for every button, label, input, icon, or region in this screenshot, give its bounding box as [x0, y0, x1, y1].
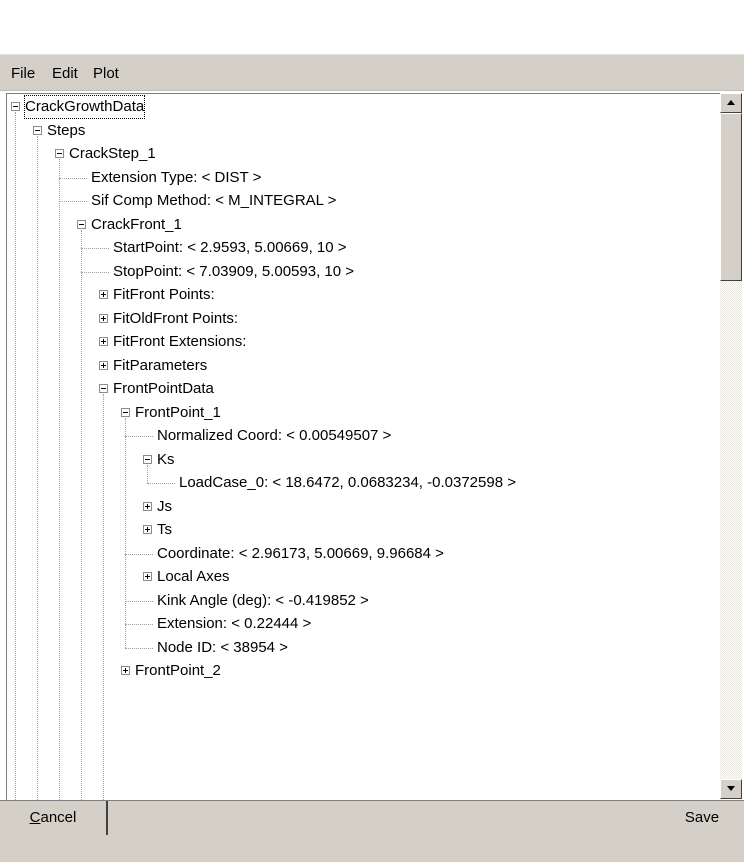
- tree-node[interactable]: Ts: [7, 519, 707, 541]
- tree-connector: [125, 647, 153, 649]
- collapse-minus-icon[interactable]: [143, 454, 152, 464]
- tree-node-label: Sif Comp Method: < M_INTEGRAL >: [91, 192, 337, 209]
- collapse-minus-icon[interactable]: [99, 384, 108, 393]
- tree-node-label: Js: [157, 497, 172, 515]
- tree-connector: [125, 600, 153, 602]
- tree-node[interactable]: Extension: < 0.22444 >: [7, 613, 707, 635]
- tree-node[interactable]: FitOldFront Points:: [7, 308, 707, 330]
- expand-plus-icon[interactable]: [143, 572, 152, 581]
- tree-node[interactable]: Steps: [7, 120, 707, 142]
- tree-node-label: Extension Type: < DIST >: [91, 168, 262, 186]
- menu-edit[interactable]: Edit: [52, 64, 78, 84]
- expand-plus-icon[interactable]: [143, 501, 152, 511]
- tree-guide-line: [59, 166, 60, 800]
- tree-node-label: Ts: [157, 521, 172, 538]
- tree-connector: [81, 248, 109, 249]
- tree-node-label: FitParameters: [113, 356, 208, 374]
- title-bar: [0, 0, 744, 55]
- tree-guide-line: [125, 417, 126, 648]
- tree-guide-line: [37, 143, 38, 800]
- tree-node[interactable]: CrackStep_1: [7, 143, 707, 165]
- tree-connector: [147, 483, 175, 484]
- tree-node[interactable]: CrackGrowthData: [7, 95, 707, 119]
- tree-node[interactable]: StopPoint: < 7.03909, 5.00593, 10 >: [7, 261, 707, 283]
- tree-node[interactable]: StartPoint: < 2.9593, 5.00669, 10 >: [7, 237, 707, 259]
- tree-node[interactable]: FrontPointData: [7, 378, 707, 400]
- expand-plus-icon[interactable]: [99, 290, 108, 299]
- scroll-down-button[interactable]: [720, 779, 742, 799]
- scrollbar-thumb[interactable]: [720, 113, 742, 281]
- tree-guide-line: [15, 112, 16, 800]
- tree-guide-line: [147, 464, 148, 483]
- scroll-up-button[interactable]: [720, 93, 742, 113]
- expand-plus-icon[interactable]: [121, 666, 130, 675]
- tree-node-label: Extension: < 0.22444 >: [157, 615, 312, 632]
- cancel-label: ancel: [40, 809, 77, 826]
- tree-node-label: Ks: [157, 450, 175, 468]
- tree-node-label: FrontPoint_1: [135, 403, 221, 421]
- tree-node-label: FitOldFront Points:: [113, 309, 239, 327]
- tree-node[interactable]: Node ID: < 38954 >: [7, 637, 707, 659]
- menu-file[interactable]: File: [11, 64, 35, 84]
- tree-connector: [125, 436, 153, 437]
- menu-bar: File Edit Plot: [0, 55, 744, 91]
- collapse-minus-icon[interactable]: [55, 149, 64, 158]
- tree-node[interactable]: Js: [7, 496, 707, 518]
- tree-guide-line: [103, 394, 104, 800]
- tree-node[interactable]: Local Axes: [7, 566, 707, 588]
- tree-node-label: CrackGrowthData: [23, 95, 146, 119]
- tree-node[interactable]: FitFront Extensions:: [7, 331, 707, 353]
- cancel-mnemonic: C: [29, 809, 41, 826]
- tree-node[interactable]: FitFront Points:: [7, 284, 707, 306]
- expand-plus-icon[interactable]: [99, 313, 108, 323]
- tree-node[interactable]: FrontPoint_2: [7, 660, 707, 682]
- expand-plus-icon[interactable]: [99, 337, 108, 346]
- tree-node[interactable]: Normalized Coord: < 0.00549507 >: [7, 425, 707, 447]
- tree-node[interactable]: Coordinate: < 2.96173, 5.00669, 9.96684 …: [7, 543, 707, 565]
- tree-connector: [59, 201, 87, 202]
- tree-guide-line: [81, 229, 82, 800]
- save-button[interactable]: Save: [660, 801, 744, 835]
- tree-node-label: LoadCase_0: < 18.6472, 0.0683234, -0.037…: [179, 474, 516, 491]
- expand-plus-icon[interactable]: [143, 525, 152, 534]
- bottom-bar: Cancel Save: [0, 800, 744, 862]
- tree-node-label: FrontPointData: [113, 380, 214, 397]
- tree-node-label: FitFront Points:: [113, 286, 215, 303]
- tree-node-label: StartPoint: < 2.9593, 5.00669, 10 >: [113, 239, 347, 256]
- tree-node-label: FitFront Extensions:: [113, 333, 247, 350]
- tree-node[interactable]: CrackFront_1: [7, 214, 707, 236]
- tree-node[interactable]: Kink Angle (deg): < -0.419852 >: [7, 590, 707, 612]
- tree-node[interactable]: Sif Comp Method: < M_INTEGRAL >: [7, 190, 707, 212]
- tree-view[interactable]: CrackGrowthData Steps CrackStep_1 Extension…: [6, 93, 721, 800]
- expand-plus-icon[interactable]: [99, 360, 108, 370]
- collapse-minus-icon[interactable]: [33, 125, 42, 135]
- tree-node-label: Node ID: < 38954 >: [157, 638, 288, 656]
- tree-node-label: CrackFront_1: [91, 215, 182, 233]
- tree-connector: [59, 177, 87, 179]
- tree-node-label: StopPoint: < 7.03909, 5.00593, 10 >: [113, 262, 355, 280]
- tree-connector: [125, 553, 153, 555]
- tree-node[interactable]: Ks: [7, 449, 707, 471]
- collapse-minus-icon[interactable]: [121, 407, 130, 417]
- arrow-up-icon: [727, 100, 735, 105]
- tree-node[interactable]: Extension Type: < DIST >: [7, 167, 707, 189]
- tree-node[interactable]: FrontPoint_1: [7, 402, 707, 424]
- tree-connector: [125, 624, 153, 625]
- collapse-minus-icon[interactable]: [77, 219, 86, 229]
- cancel-button[interactable]: Cancel: [0, 801, 108, 835]
- tree-node-label: Kink Angle (deg): < -0.419852 >: [157, 591, 369, 609]
- tree-connector: [81, 271, 109, 273]
- vertical-scrollbar[interactable]: [720, 93, 742, 799]
- collapse-minus-icon[interactable]: [11, 102, 20, 111]
- tree-node-label: Steps: [47, 121, 86, 139]
- arrow-down-icon: [727, 786, 735, 791]
- tree-node-label: Local Axes: [157, 568, 230, 585]
- tree-node-label: FrontPoint_2: [135, 662, 221, 679]
- tree-node[interactable]: FitParameters: [7, 355, 707, 377]
- tree-node-label: Coordinate: < 2.96173, 5.00669, 9.96684 …: [157, 544, 444, 562]
- tree-node[interactable]: LoadCase_0: < 18.6472, 0.0683234, -0.037…: [7, 472, 707, 494]
- tree-node-label: Normalized Coord: < 0.00549507 >: [157, 427, 392, 444]
- menu-plot[interactable]: Plot: [93, 64, 119, 84]
- tree-node-label: CrackStep_1: [69, 145, 156, 162]
